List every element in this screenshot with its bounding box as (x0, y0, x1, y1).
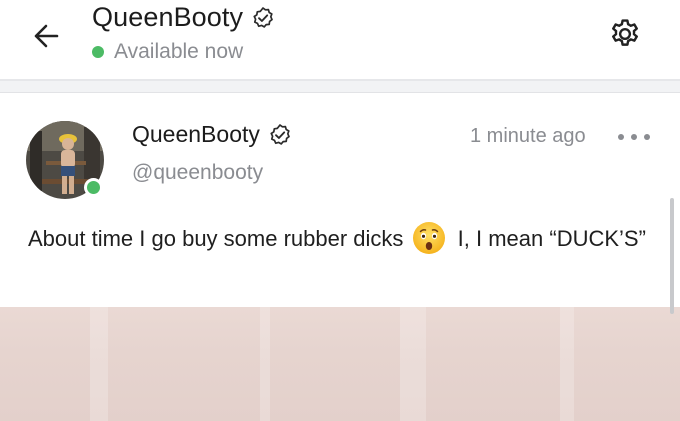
image-highlight (90, 307, 108, 421)
page-title: QueenBooty (92, 2, 244, 32)
image-highlight (260, 307, 270, 421)
status-text: Available now (114, 40, 244, 63)
more-horizontal-icon-dot (644, 134, 650, 140)
hushed-face-emoji-icon (412, 221, 446, 255)
image-highlight (560, 307, 574, 421)
online-indicator (84, 178, 103, 197)
header-title-row: QueenBooty (92, 2, 275, 33)
author-name[interactable]: QueenBooty (132, 121, 260, 148)
post-text-part-1: About time I go buy some rubber dicks (28, 226, 404, 251)
post-text: About time I go buy some rubber dicks I,… (28, 221, 648, 255)
scrollbar[interactable] (670, 198, 674, 314)
settings-button[interactable] (604, 13, 646, 55)
image-highlight (400, 307, 426, 421)
post-timestamp: 1 minute ago (470, 125, 586, 147)
chat-header: QueenBooty Available now (0, 0, 680, 80)
online-status-dot (92, 46, 104, 58)
availability-status: Available now (92, 40, 243, 64)
post-card: QueenBooty @queenbooty 1 minute ago Abou… (0, 93, 680, 307)
back-button[interactable] (26, 16, 66, 56)
more-horizontal-icon-dot (631, 134, 637, 140)
author-row: QueenBooty (132, 121, 292, 148)
gear-icon (612, 19, 638, 46)
verified-badge-icon (251, 6, 275, 30)
arrow-left-icon (34, 24, 59, 48)
post-image[interactable] (0, 307, 680, 421)
post-text-part-2: I, I mean “DUCK’S” (457, 226, 646, 251)
verified-badge-icon (268, 123, 292, 147)
more-horizontal-icon-dot (618, 134, 624, 140)
author-handle[interactable]: @queenbooty (132, 161, 263, 185)
more-options-button[interactable] (618, 129, 650, 145)
